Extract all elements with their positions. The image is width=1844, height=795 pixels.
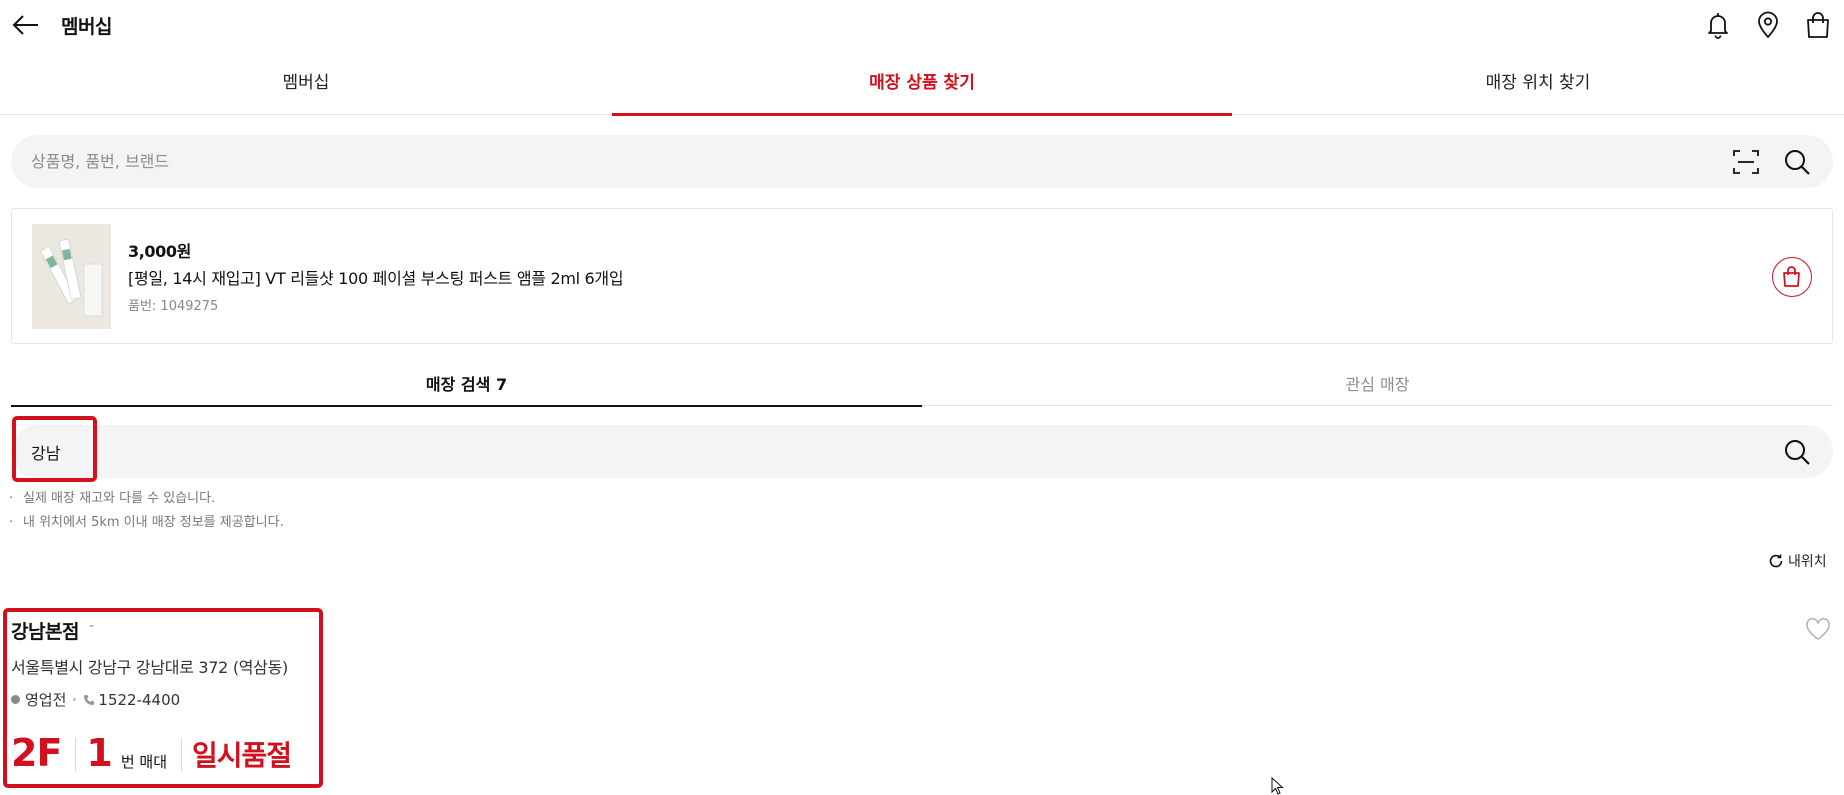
store-search-input[interactable] [31,425,1731,478]
product-code: 품번: 1049275 [128,299,219,314]
store-search-bar [11,425,1833,478]
store-floor: 2F [11,731,62,775]
separator-dot [73,698,77,701]
barcode-scan-icon[interactable] [1731,147,1761,177]
bell-icon[interactable] [1703,10,1733,40]
product-name[interactable]: [평일, 14시 재입고] VT 리들샷 100 페이셜 부스팅 퍼스트 앰플 … [128,265,624,289]
shelf-number: 1 [86,731,113,775]
add-to-cart-button[interactable] [1772,257,1812,297]
note-item: · 내 위치에서 5km 이내 매장 정보를 제공합니다. [9,515,284,530]
tab-store-location-search[interactable]: 매장 위치 찾기 [1232,62,1844,115]
mouse-cursor-icon [1271,777,1284,795]
stock-status: 일시품절 [192,739,292,772]
store-name[interactable]: 강남본점 [11,617,79,644]
app-header: 멤버십 [0,0,1844,50]
product-search-bar [11,135,1833,188]
tab-favorite-stores[interactable]: 관심 매장 [922,368,1833,406]
product-search-input[interactable] [31,135,1711,188]
divider [75,738,77,772]
phone-icon [84,694,95,705]
store-notes: · 실제 매장 재고와 다를 수 있습니다. · 내 위치에서 5km 이내 매장 … [9,487,284,535]
tab-store-product-search[interactable]: 매장 상품 찾기 [612,62,1232,116]
favorite-heart-icon[interactable] [1804,616,1832,642]
product-card: 3,000원 [평일, 14시 재입고] VT 리들샷 100 페이셜 부스팅 … [11,208,1833,344]
main-tab-bar: 멤버십 매장 상품 찾기 매장 위치 찾기 [0,62,1844,116]
refresh-icon [1769,554,1783,568]
page-title: 멤버십 [61,16,112,38]
divider [181,738,183,772]
location-pin-icon[interactable] [1753,10,1783,40]
product-price: 3,000원 [128,242,191,261]
stock-info: 2F 1 번 매대 일시품절 [11,731,292,775]
my-location-button[interactable]: 내위치 [1768,551,1827,571]
shopping-bag-icon[interactable] [1803,10,1833,40]
store-address: 서울특별시 강남구 강남대로 372 (역삼동) [11,658,288,677]
search-icon[interactable] [1782,147,1812,177]
tab-store-search[interactable]: 매장 검색 7 [11,368,922,407]
note-item: · 실제 매장 재고와 다를 수 있습니다. [9,491,216,506]
store-phone[interactable]: 1522-4400 [98,691,180,709]
my-location-label: 내위치 [1788,554,1827,570]
status-dot-icon [11,695,20,704]
store-status-row: 영업전 1522-4400 [11,689,180,710]
store-status: 영업전 [25,691,67,709]
back-arrow-icon[interactable] [12,12,40,38]
product-image[interactable] [32,224,111,329]
shelf-label: 번 매대 [120,753,168,771]
search-icon[interactable] [1782,437,1812,467]
store-tab-bar: 매장 검색 7 관심 매장 [11,368,1833,407]
store-distance: - [89,618,95,634]
tab-membership[interactable]: 멤버십 [0,62,612,115]
